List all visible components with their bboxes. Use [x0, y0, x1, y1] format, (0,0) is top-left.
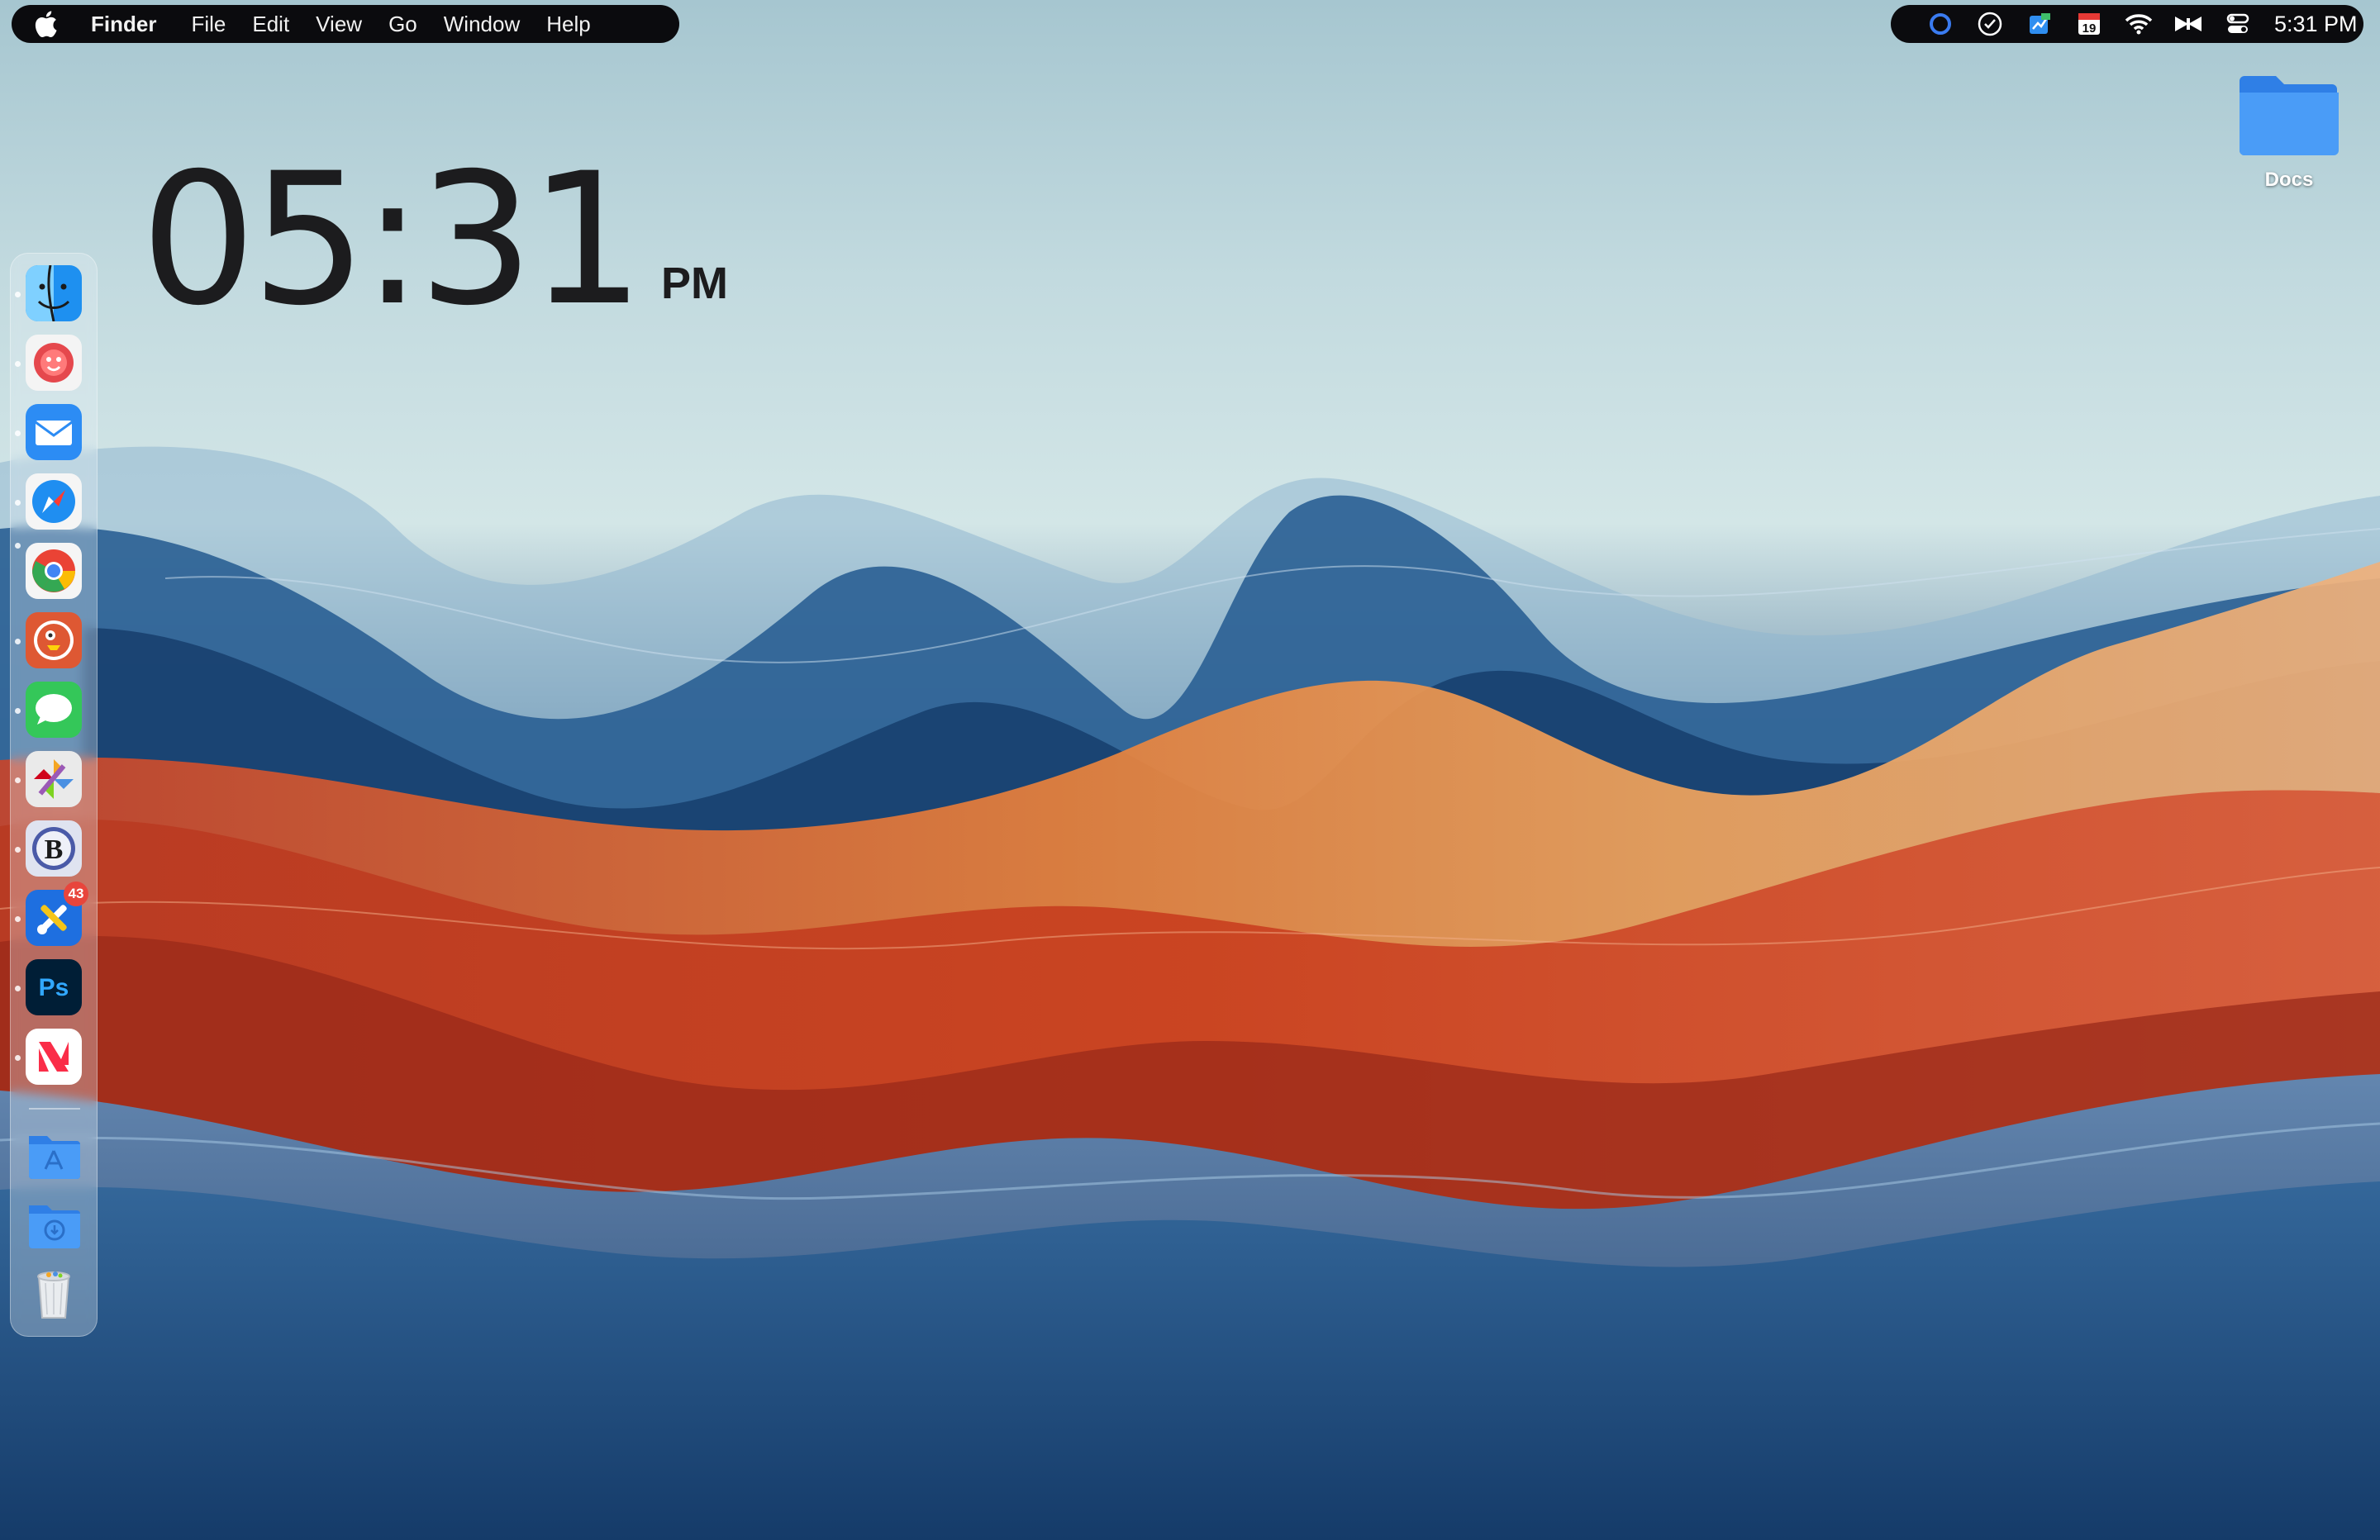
desktop[interactable]: Finder File Edit View Go Window Help 19 … [0, 0, 2380, 1540]
desktop-clock-ampm: PM [661, 259, 729, 308]
messages-icon [26, 682, 82, 738]
dock-chrome[interactable] [26, 543, 82, 599]
status-menu-bar: 19 5:31 PM [1891, 5, 2363, 43]
dock-trash[interactable] [26, 1265, 82, 1321]
control-center-icon[interactable] [2221, 10, 2254, 38]
duckduckgo-icon [26, 612, 82, 668]
pinwheel-app-icon [26, 751, 82, 807]
dock-flower-app[interactable] [26, 335, 82, 391]
running-indicator [15, 292, 21, 297]
dock-safari[interactable] [26, 473, 82, 530]
running-indicator [15, 543, 21, 549]
running-indicator [15, 361, 21, 367]
finder-icon [26, 264, 82, 322]
chrome-icon [26, 543, 82, 599]
dock-photoshop[interactable]: Ps [26, 959, 82, 1015]
folder-icon [2240, 76, 2339, 155]
menu-view[interactable]: View [316, 12, 362, 37]
news-icon [26, 1029, 82, 1085]
running-indicator [15, 1055, 21, 1061]
safari-icon [26, 473, 82, 530]
applications-folder-icon [29, 1136, 80, 1179]
butterfly-icon[interactable] [2172, 10, 2205, 38]
dock-messages[interactable] [26, 682, 82, 738]
dock-xcode-tools[interactable]: 43 [26, 882, 88, 946]
desktop-clock-widget: 05:31 PM [140, 134, 729, 345]
menu-app-name[interactable]: Finder [91, 12, 156, 37]
running-indicator [15, 430, 21, 436]
dock-pinwheel-app[interactable] [26, 751, 82, 807]
dock-downloads-folder[interactable] [26, 1195, 82, 1252]
running-indicator [15, 639, 21, 644]
running-indicator [15, 777, 21, 783]
menu-clock[interactable]: 5:31 PM [2274, 12, 2358, 37]
desktop-clock-time: 05:31 [140, 134, 645, 345]
mail-icon [26, 404, 82, 460]
running-indicator [15, 986, 21, 991]
running-indicator [15, 847, 21, 853]
menu-go[interactable]: Go [388, 12, 417, 37]
dock: B 43 Ps [10, 253, 98, 1337]
dock-bbedit[interactable]: B [26, 820, 82, 877]
circle-ring-icon[interactable] [1924, 10, 1957, 38]
running-indicator [15, 500, 21, 506]
bbedit-letter: B [45, 834, 64, 865]
desktop-folder-docs[interactable]: Docs [2231, 64, 2347, 197]
bbedit-icon: B [26, 820, 82, 877]
menu-help[interactable]: Help [546, 12, 590, 37]
trash-icon [37, 1271, 70, 1319]
menu-bar: Finder File Edit View Go Window Help [12, 5, 679, 43]
menu-file[interactable]: File [191, 12, 226, 37]
flower-app-icon [26, 335, 82, 391]
running-indicator [15, 708, 21, 714]
menu-window[interactable]: Window [444, 12, 520, 37]
calendar-icon[interactable]: 19 [2073, 10, 2106, 38]
clock-icon[interactable] [1973, 10, 2006, 38]
photoshop-letters: Ps [39, 974, 69, 1001]
photoshop-icon: Ps [26, 959, 82, 1015]
dock-duckduckgo[interactable] [26, 612, 82, 668]
dock-finder[interactable] [26, 264, 82, 322]
downloads-folder-icon [29, 1205, 80, 1248]
dock-applications-folder[interactable] [26, 1126, 82, 1182]
desktop-folder-label: Docs [2264, 169, 2314, 191]
notification-badge: 43 [64, 882, 88, 906]
screenshot-icon[interactable] [2023, 10, 2056, 38]
dock-mail[interactable] [26, 404, 82, 460]
wifi-icon[interactable] [2122, 10, 2155, 38]
dock-separator [29, 1108, 80, 1110]
dock-news[interactable] [26, 1029, 82, 1085]
menu-edit[interactable]: Edit [252, 12, 289, 37]
calendar-day: 19 [2082, 21, 2097, 36]
running-indicator [15, 916, 21, 922]
apple-icon[interactable] [33, 10, 58, 38]
